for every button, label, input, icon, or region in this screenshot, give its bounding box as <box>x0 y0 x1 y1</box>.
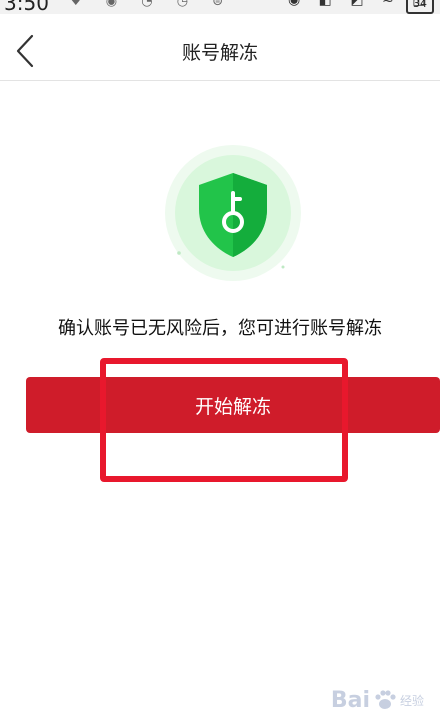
watermark-brand: Bai <box>330 687 370 713</box>
navigation-bar: 账号解冻 <box>0 14 440 81</box>
battery-icon: 34 <box>406 0 434 14</box>
notification-icons: ♥ ◉ ◔ ◷ ⊜ <box>70 0 234 9</box>
start-unfreeze-label: 开始解冻 <box>194 395 271 418</box>
unfreeze-hint-text: 确认账号已无风险后，您可进行账号解冻 <box>58 318 382 339</box>
watermark-tail: 经验 <box>399 693 424 708</box>
baidu-jingyan-watermark: Bai 经验 <box>330 687 424 713</box>
start-unfreeze-button[interactable]: 开始解冻 <box>26 377 440 433</box>
page-title: 账号解冻 <box>181 42 258 64</box>
shield-key-icon <box>163 143 303 283</box>
status-time: 3:50 <box>4 0 49 14</box>
paw-icon <box>375 690 396 709</box>
status-bar: 3:50 ♥ ◉ ◔ ◷ ⊜ ◉ ◧ ◩ ≈ ◫ 34 <box>0 0 440 14</box>
